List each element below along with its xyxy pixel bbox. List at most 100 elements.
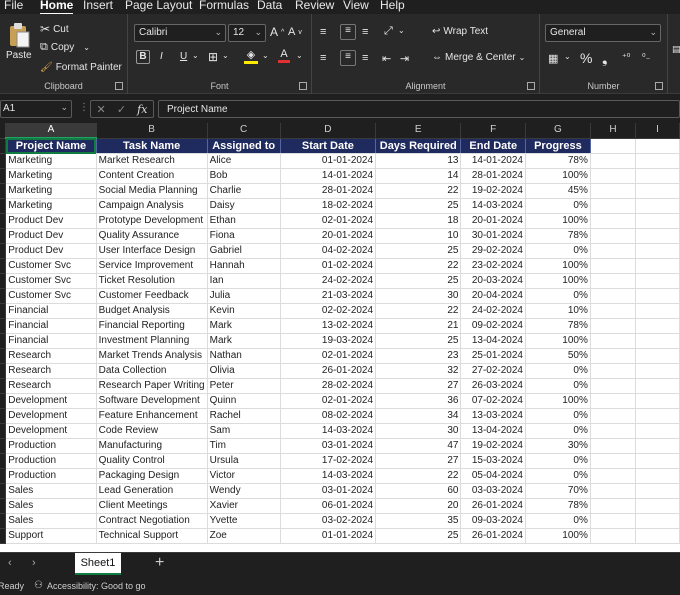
cell[interactable]: 19-03-2024 xyxy=(280,333,377,349)
cell[interactable]: Mark xyxy=(207,333,281,349)
cell[interactable]: 78% xyxy=(525,498,591,514)
cell[interactable]: 32 xyxy=(375,363,462,379)
cell[interactable]: Development xyxy=(5,408,97,424)
cell[interactable]: Contract Negotiation xyxy=(96,513,208,529)
cell[interactable]: 0% xyxy=(525,363,591,379)
dialog-launcher-icon[interactable] xyxy=(655,82,663,90)
empty-cell[interactable] xyxy=(590,528,637,544)
empty-cell[interactable] xyxy=(590,258,637,274)
empty-cell[interactable] xyxy=(635,393,680,409)
cell[interactable]: Research xyxy=(5,363,97,379)
cell[interactable]: 100% xyxy=(525,258,591,274)
cell[interactable]: 22 xyxy=(375,258,462,274)
cell[interactable]: 14-03-2024 xyxy=(460,198,526,214)
cell[interactable]: 50% xyxy=(525,348,591,364)
column-header-i[interactable]: I xyxy=(635,123,680,139)
cell[interactable]: Bob xyxy=(207,168,281,184)
decrease-indent-icon[interactable]: ⇤ xyxy=(382,52,391,65)
insert-function-button[interactable]: fx xyxy=(137,103,147,116)
cell[interactable]: 13-04-2024 xyxy=(460,333,526,349)
scroll-right-icon[interactable]: › xyxy=(32,557,36,569)
cell[interactable]: 100% xyxy=(525,393,591,409)
accessibility-status[interactable]: Accessibility: Good to go xyxy=(47,581,146,591)
cell[interactable]: 100% xyxy=(525,273,591,289)
empty-cell[interactable] xyxy=(635,513,680,529)
header-cell[interactable]: Start Date xyxy=(280,138,377,154)
tab-view[interactable]: View xyxy=(343,0,369,12)
cell[interactable]: 100% xyxy=(525,528,591,544)
format-painter-button[interactable]: 🖌 Format Painter xyxy=(40,62,122,73)
cell[interactable]: 18 xyxy=(375,213,462,229)
cell[interactable]: 30 xyxy=(375,288,462,304)
empty-cell[interactable] xyxy=(635,453,680,469)
copy-button[interactable]: ⧉ Copy ⌄ xyxy=(40,41,90,54)
cell[interactable]: 03-03-2024 xyxy=(460,483,526,499)
cell[interactable]: Customer Svc xyxy=(5,288,97,304)
cell[interactable]: 13 xyxy=(375,153,462,169)
formula-input[interactable]: Project Name xyxy=(158,100,680,118)
scroll-left-icon[interactable]: ‹ xyxy=(8,557,12,569)
cell[interactable]: 23 xyxy=(375,348,462,364)
cell[interactable]: Market Trends Analysis xyxy=(96,348,208,364)
merge-center-button[interactable]: ⇔ Merge & Center ⌄ xyxy=(432,52,525,63)
cell[interactable]: Research xyxy=(5,348,97,364)
cell[interactable]: 0% xyxy=(525,513,591,529)
cell[interactable]: Marketing xyxy=(5,183,97,199)
number-format-dropdown[interactable]: General ⌄ xyxy=(545,24,661,42)
empty-cell[interactable] xyxy=(635,468,680,484)
conditional-formatting-icon[interactable]: ▤ xyxy=(672,44,680,55)
decrease-decimal-icon[interactable]: ⁰₋ xyxy=(642,52,650,63)
cell[interactable]: 22 xyxy=(375,183,462,199)
empty-cell[interactable] xyxy=(590,273,637,289)
cell[interactable]: 14-03-2024 xyxy=(280,468,377,484)
cell[interactable]: 23-02-2024 xyxy=(460,258,526,274)
dialog-launcher-icon[interactable] xyxy=(299,82,307,90)
column-header-d[interactable]: D xyxy=(280,123,377,139)
cell[interactable]: Fiona xyxy=(207,228,281,244)
cell[interactable]: 30% xyxy=(525,438,591,454)
font-family-dropdown[interactable]: Calibri ⌄ xyxy=(134,24,226,42)
align-center-icon[interactable]: ≡ xyxy=(340,50,356,66)
increase-font-icon[interactable]: A ^ xyxy=(270,25,284,39)
cell[interactable]: 13-03-2024 xyxy=(460,408,526,424)
empty-cell[interactable] xyxy=(635,498,680,514)
cell[interactable]: 25 xyxy=(375,273,462,289)
cell[interactable]: 30-01-2024 xyxy=(460,228,526,244)
sheet-tab-sheet1[interactable]: Sheet1 xyxy=(75,553,121,575)
cell[interactable]: Kevin xyxy=(207,303,281,319)
cell[interactable]: Technical Support xyxy=(96,528,208,544)
cell[interactable]: 47 xyxy=(375,438,462,454)
tab-formulas[interactable]: Formulas xyxy=(199,0,249,12)
cell[interactable]: 20-01-2024 xyxy=(460,213,526,229)
cell[interactable]: Support xyxy=(5,528,97,544)
align-middle-icon[interactable]: ≡ xyxy=(340,24,356,40)
header-cell[interactable]: Task Name xyxy=(96,138,208,154)
cell[interactable]: Victor xyxy=(207,468,281,484)
empty-cell[interactable] xyxy=(635,348,680,364)
cell[interactable]: 03-01-2024 xyxy=(280,438,377,454)
cell[interactable]: Hannah xyxy=(207,258,281,274)
orientation-icon[interactable]: ⤢ xyxy=(384,25,393,38)
empty-cell[interactable] xyxy=(635,423,680,439)
cell[interactable]: 20-04-2024 xyxy=(460,288,526,304)
fill-color-button[interactable]: ◈ xyxy=(244,48,258,64)
column-header-b[interactable]: B xyxy=(96,123,208,139)
increase-indent-icon[interactable]: ⇥ xyxy=(400,52,409,65)
cell[interactable]: 21-03-2024 xyxy=(280,288,377,304)
empty-cell[interactable] xyxy=(590,303,637,319)
cell[interactable]: 27 xyxy=(375,378,462,394)
cell[interactable]: User Interface Design xyxy=(96,243,208,259)
cell[interactable]: Research xyxy=(5,378,97,394)
cell[interactable]: 10% xyxy=(525,303,591,319)
chevron-down-icon[interactable]: ⌄ xyxy=(398,26,405,35)
cell[interactable]: Xavier xyxy=(207,498,281,514)
empty-cell[interactable] xyxy=(590,513,637,529)
cell[interactable]: 22 xyxy=(375,303,462,319)
cell[interactable]: 02-01-2024 xyxy=(280,348,377,364)
empty-cell[interactable] xyxy=(635,198,680,214)
cell[interactable]: 15-03-2024 xyxy=(460,453,526,469)
cell[interactable]: Service Improvement xyxy=(96,258,208,274)
cell[interactable]: 17-02-2024 xyxy=(280,453,377,469)
borders-icon[interactable]: ⊞ xyxy=(208,50,218,64)
empty-cell[interactable] xyxy=(590,453,637,469)
